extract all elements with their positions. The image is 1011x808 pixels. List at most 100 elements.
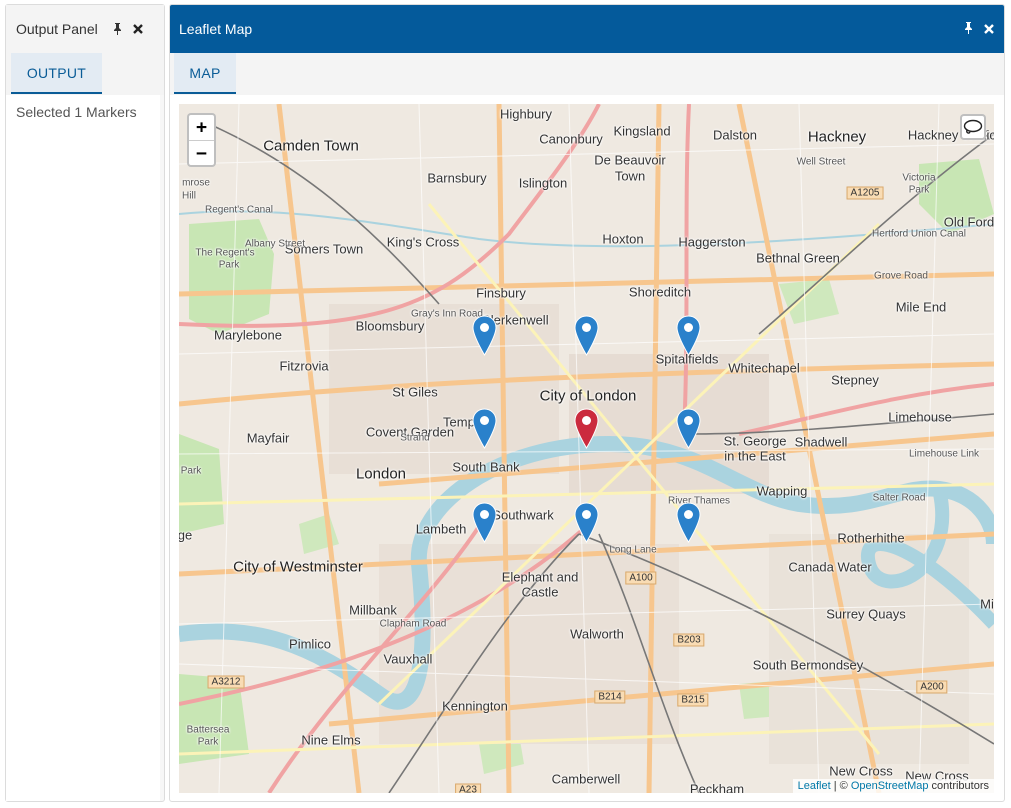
place-label: Stepney — [831, 372, 879, 388]
marker-pin-icon — [574, 408, 599, 449]
place-label: Hill — [182, 190, 196, 202]
place-label: ge — [179, 527, 193, 543]
lasso-select-button[interactable] — [960, 114, 986, 140]
street-label: Limehouse Link — [908, 448, 980, 460]
place-label: De Beauvoir — [594, 152, 666, 168]
place-label: Highbury — [499, 106, 553, 122]
output-panel-header: Output Panel — [6, 5, 164, 53]
place-label: Finsbury — [476, 285, 526, 301]
lasso-icon — [963, 119, 983, 134]
leaflet-map[interactable]: Highbury Canonbury Kingsland Dalston Hac… — [179, 104, 994, 793]
place-label: Southwark — [492, 507, 554, 523]
map-marker[interactable] — [574, 502, 599, 543]
place-label: Kennington — [442, 698, 508, 714]
street-label: Hertford Union Canal — [872, 228, 966, 240]
zoom-in-button[interactable]: + — [189, 115, 214, 140]
marker-pin-icon — [676, 315, 701, 356]
place-label: Mayfair — [246, 430, 290, 446]
place-label: Wapping — [756, 483, 808, 499]
place-label: Castle — [521, 584, 559, 600]
road-shield: A1205 — [846, 186, 884, 200]
map-panel: Leaflet Map MAP Highbury Canonbury Kings… — [169, 4, 1005, 802]
place-label: Fitzrovia — [279, 358, 329, 374]
place-label: Islington — [518, 175, 568, 191]
place-label: Camberwell — [551, 771, 621, 787]
osm-link[interactable]: OpenStreetMap — [851, 780, 929, 792]
road-shield: B203 — [673, 633, 705, 647]
marker-pin-icon — [676, 408, 701, 449]
pin-icon[interactable] — [110, 21, 126, 37]
place-label: London — [355, 465, 407, 483]
place-label: City of London — [539, 387, 637, 405]
map-marker[interactable] — [472, 502, 497, 543]
place-label: St. George — [723, 433, 787, 449]
attribution-suffix: contributors — [928, 780, 989, 792]
place-label: Lambeth — [415, 521, 467, 537]
street-label: Albany Street — [244, 238, 306, 250]
place-label: in the East — [724, 448, 786, 464]
leaflet-link[interactable]: Leaflet — [798, 780, 831, 792]
place-label: Victoria — [902, 172, 936, 184]
map-marker[interactable] — [472, 315, 497, 356]
place-label: Dalston — [712, 127, 758, 143]
place-label: Canonbury — [539, 131, 603, 147]
place-label: Pimlico — [289, 636, 331, 652]
map-marker-selected[interactable] — [574, 408, 599, 449]
place-label: Park — [908, 184, 930, 196]
road-shield: A100 — [625, 571, 657, 585]
place-label: St Giles — [392, 384, 438, 400]
marker-pin-icon — [574, 315, 599, 356]
street-label: Regent's Canal — [204, 204, 274, 216]
street-label: Salter Road — [872, 492, 926, 504]
street-label: Long Lane — [609, 544, 657, 556]
place-label: Park — [197, 736, 219, 748]
place-label: Rotherhithe — [837, 530, 905, 546]
map-marker[interactable] — [676, 502, 701, 543]
marker-pin-icon — [472, 315, 497, 356]
place-label: Marylebone — [214, 327, 282, 343]
place-label: Elephant and — [501, 569, 579, 585]
place-label: Park — [180, 465, 202, 477]
map-marker[interactable] — [676, 315, 701, 356]
place-label: Haggerston — [678, 234, 746, 250]
place-label: Peckham — [689, 781, 745, 794]
map-panel-header: Leaflet Map — [170, 5, 1004, 53]
place-label: New Cross — [829, 763, 893, 779]
place-label: Shadwell — [794, 434, 848, 450]
close-icon[interactable] — [984, 21, 994, 37]
place-label: Kingsland — [613, 123, 671, 139]
place-label: King's Cross — [386, 234, 460, 250]
tab-map[interactable]: MAP — [174, 53, 236, 94]
marker-pin-icon — [574, 502, 599, 543]
tab-output[interactable]: OUTPUT — [11, 53, 102, 94]
map-marker[interactable] — [472, 408, 497, 449]
map-attribution: Leaflet | © OpenStreetMap contributors — [792, 779, 994, 793]
place-label: mrose — [182, 177, 210, 189]
map-tabbar: MAP — [170, 53, 1004, 95]
zoom-control: + − — [187, 113, 216, 167]
street-label: Grove Road — [874, 270, 928, 282]
place-label: Whitechapel — [728, 360, 800, 376]
place-label: Bloomsbury — [355, 318, 425, 334]
road-shield: B215 — [677, 693, 709, 707]
map-panel-title: Leaflet Map — [179, 21, 253, 37]
road-shield: A200 — [916, 680, 948, 694]
street-label: Clapham Road — [379, 618, 447, 630]
map-marker[interactable] — [676, 408, 701, 449]
output-content: Selected 1 Markers — [6, 95, 160, 801]
place-label: Canada Water — [788, 559, 872, 575]
zoom-out-button[interactable]: − — [189, 140, 214, 165]
place-label: Mile End — [895, 299, 947, 315]
marker-pin-icon — [676, 502, 701, 543]
output-panel-title: Output Panel — [16, 21, 98, 37]
close-icon[interactable] — [130, 21, 146, 37]
place-label: Shoreditch — [628, 284, 692, 300]
place-label: Walworth — [570, 626, 624, 642]
map-marker[interactable] — [574, 315, 599, 356]
place-label: Town — [614, 168, 646, 184]
place-label: City of Westminster — [233, 558, 363, 576]
place-label: Surrey Quays — [826, 606, 906, 622]
place-label: South Bermondsey — [752, 657, 864, 673]
attribution-separator: | © — [830, 780, 851, 792]
pin-icon[interactable] — [963, 21, 974, 37]
